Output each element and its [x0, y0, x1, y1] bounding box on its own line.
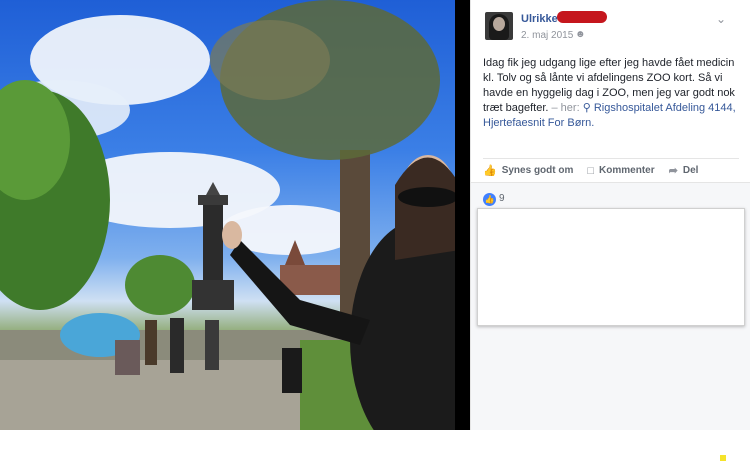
location-pin-icon: ⚲	[582, 102, 591, 114]
share-label: Del	[682, 165, 699, 176]
post-body: Idag fik jeg udgang lige efter jeg havde…	[483, 56, 743, 131]
like-reaction-icon[interactable]: 👍	[483, 193, 496, 206]
friends-icon[interactable]: ☻	[575, 29, 586, 40]
post-photo[interactable]	[0, 0, 470, 430]
comment-overlay-box	[477, 208, 745, 326]
photo-edge-bar	[455, 0, 470, 430]
post-actions: 👍 Synes godt om □ Kommenter ➦ Del	[483, 158, 739, 182]
share-icon: ➦	[668, 165, 678, 177]
share-button[interactable]: ➦ Del	[669, 164, 699, 177]
name-redaction	[557, 11, 607, 23]
avatar[interactable]	[485, 12, 513, 40]
post-date[interactable]: 2. maj 2015	[521, 30, 573, 41]
chevron-down-icon[interactable]: ⌄	[716, 12, 726, 26]
author-name[interactable]: Ulrikke	[521, 13, 558, 25]
comment-button[interactable]: □ Kommenter	[587, 165, 654, 177]
thumbs-up-icon: 👍	[483, 165, 497, 177]
bottom-strip	[0, 430, 750, 465]
comment-label: Kommenter	[599, 165, 655, 176]
location-prefix: – her:	[551, 102, 580, 114]
corner-marker	[720, 455, 726, 461]
comment-icon: □	[587, 164, 595, 177]
like-label: Synes godt om	[501, 165, 574, 176]
like-count[interactable]: 9	[499, 193, 505, 204]
like-button[interactable]: 👍 Synes godt om	[483, 164, 573, 177]
zoo-photo-illustration	[0, 0, 470, 430]
